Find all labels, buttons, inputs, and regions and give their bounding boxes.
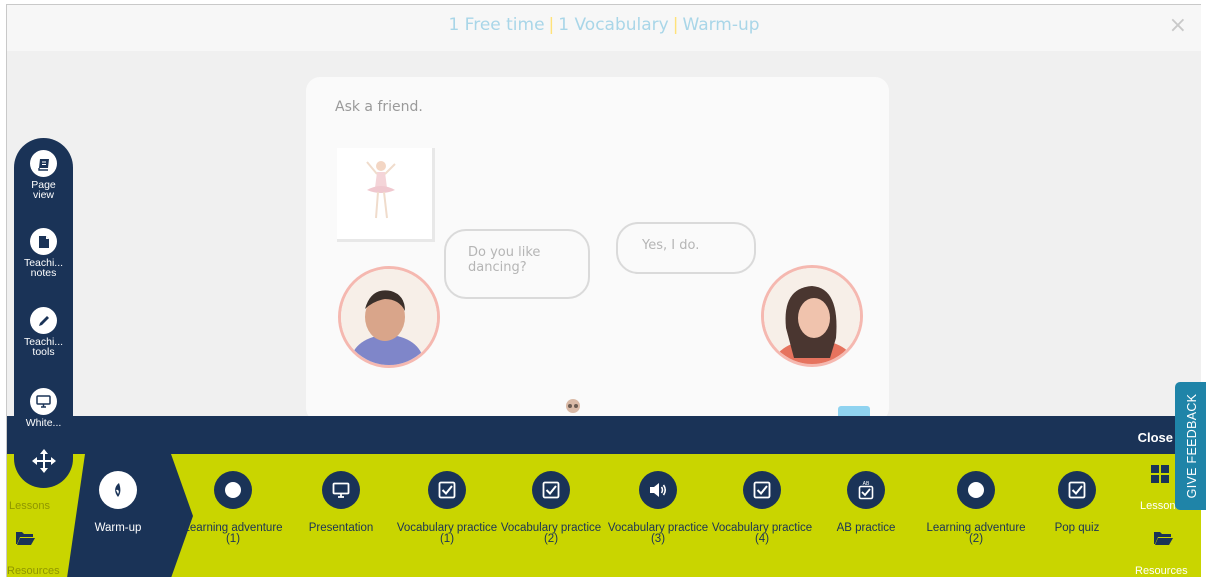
- activity-label: AB practice: [836, 522, 896, 534]
- tool-teaching-notes[interactable]: Teachi... notes: [14, 228, 73, 278]
- activity-label: Vocabulary practice (4): [711, 522, 813, 545]
- activity-card: Ask a friend. Do you like dancing? Yes, …: [306, 77, 889, 426]
- right-resources-label[interactable]: Resources: [1135, 565, 1188, 577]
- grid-icon[interactable]: [1151, 465, 1169, 483]
- activity-label: Pop quiz: [1054, 522, 1100, 534]
- activity-label: Vocabulary practice (3): [607, 522, 709, 545]
- tool-label: Page view: [31, 179, 56, 201]
- title-section: 1 Vocabulary: [558, 15, 669, 35]
- activity-vocabulary-practice-4[interactable]: Vocabulary practice (4): [707, 471, 817, 545]
- pencil-icon: [30, 307, 57, 334]
- title-separator: |: [548, 15, 555, 35]
- activity-pop-quiz[interactable]: Pop quiz: [1022, 471, 1132, 534]
- girl-avatar: [761, 265, 863, 367]
- activity-vocabulary-practice-2[interactable]: Vocabulary practice (2): [496, 471, 606, 545]
- activity-presentation[interactable]: Presentation: [286, 471, 396, 534]
- activity-vocabulary-practice-3[interactable]: Vocabulary practice (3): [603, 471, 713, 545]
- activity-label: Presentation: [308, 522, 374, 534]
- title-separator: |: [672, 15, 679, 35]
- give-feedback-button[interactable]: GIVE FEEDBACK: [1175, 382, 1206, 510]
- checkbox-icon: [532, 471, 570, 509]
- tool-whiteboard[interactable]: White...: [14, 388, 73, 428]
- lesson-title: 1 Free time | 1 Vocabulary | Warm-up: [7, 15, 1201, 35]
- move-icon: [31, 449, 56, 473]
- tool-label: Teachi... notes: [23, 257, 64, 279]
- activity-learning-adventure-2[interactable]: Learning adventure (2): [921, 471, 1031, 545]
- speech-bubble-answer: Yes, I do.: [616, 222, 756, 274]
- checkbox-icon: [428, 471, 466, 509]
- speaker-icon: [639, 471, 677, 509]
- close-panel-button[interactable]: Close: [1138, 430, 1173, 445]
- character-icon: [561, 397, 585, 417]
- teacher-toolbar: Page view Teachi... notes Teachi... tool…: [14, 138, 73, 488]
- checkbox-icon: [743, 471, 781, 509]
- activity-vocabulary-practice-1[interactable]: Vocabulary practice (1): [392, 471, 502, 545]
- tool-label: Teachi... tools: [23, 336, 64, 358]
- left-lessons-label[interactable]: Lessons: [9, 500, 50, 512]
- checkbox-icon: [1058, 471, 1096, 509]
- boy-avatar: [338, 266, 440, 368]
- activity-label: Warm-up: [94, 522, 142, 534]
- ab-checkbox-icon: AB: [847, 471, 885, 509]
- tool-label: White...: [25, 417, 62, 429]
- activity-warm-up[interactable]: Warm-up: [63, 471, 173, 534]
- circle-icon: [957, 471, 995, 509]
- close-icon[interactable]: ×: [1169, 13, 1187, 38]
- tool-teaching-tools[interactable]: Teachi... tools: [14, 307, 73, 357]
- folder-icon[interactable]: [15, 530, 35, 546]
- activity-label: Learning adventure (2): [926, 522, 1026, 545]
- circle-icon: [214, 471, 252, 509]
- book-icon: [30, 150, 57, 177]
- folder-icon[interactable]: [1153, 530, 1173, 546]
- speech-bubble-question: Do you like dancing?: [444, 229, 590, 299]
- move-handle[interactable]: [14, 448, 73, 479]
- document-icon: [30, 228, 57, 255]
- monitor-icon: [322, 471, 360, 509]
- warmup-icon: [99, 471, 137, 509]
- title-bar: 1 Free time | 1 Vocabulary | Warm-up ×: [7, 5, 1201, 51]
- ballet-dancer-photo: [337, 148, 435, 242]
- activity-label: Learning adventure (1): [183, 522, 283, 545]
- tool-page-view[interactable]: Page view: [14, 150, 73, 200]
- activity-prompt: Ask a friend.: [335, 99, 423, 115]
- left-resources-label[interactable]: Resources: [7, 565, 60, 577]
- lesson-navigation-bar: [7, 416, 1201, 454]
- lesson-viewer: 1 Free time | 1 Vocabulary | Warm-up × Ask a…: [6, 4, 1206, 577]
- activity-label: Vocabulary practice (1): [396, 522, 498, 545]
- activity-learning-adventure-1[interactable]: Learning adventure (1): [178, 471, 288, 545]
- give-feedback-label: GIVE FEEDBACK: [1185, 393, 1199, 499]
- activity-ab-practice[interactable]: AB AB practice: [811, 471, 921, 534]
- activity-label: Vocabulary practice (2): [500, 522, 602, 545]
- title-activity: Warm-up: [682, 15, 760, 35]
- title-unit: 1 Free time: [448, 15, 545, 35]
- monitor-icon: [30, 388, 57, 415]
